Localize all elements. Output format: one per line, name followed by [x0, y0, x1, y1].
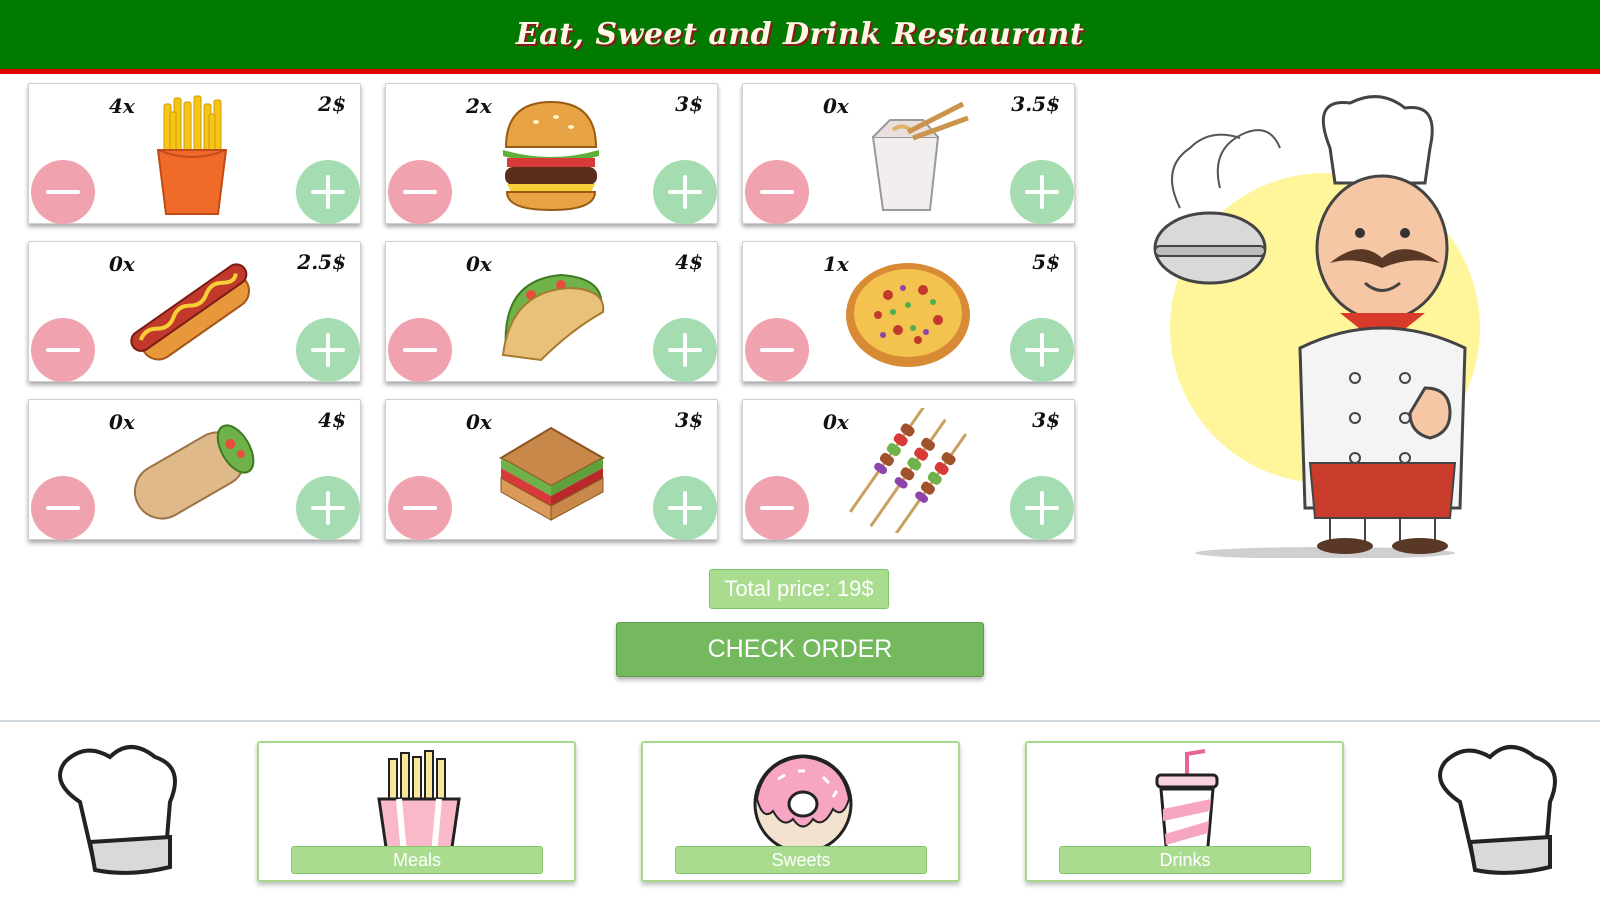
fries-icon [377, 750, 461, 856]
item-price: 2.5$ [297, 250, 346, 274]
increase-button[interactable] [653, 476, 717, 540]
increase-button[interactable] [296, 160, 360, 224]
menu-grid: 4x 2$ 2x 3$ 0x 3.5$ 0x 2.5$ 0x 4$ 1x 5$ … [28, 83, 1094, 553]
item-price: 5$ [1032, 250, 1060, 274]
menu-item-noodles: 0x 3.5$ [742, 83, 1075, 224]
decrease-button[interactable] [388, 160, 452, 224]
pizza-icon [846, 263, 970, 367]
item-price: 3$ [1032, 408, 1060, 432]
decrease-button[interactable] [31, 318, 95, 382]
decrease-button[interactable] [745, 318, 809, 382]
increase-button[interactable] [653, 160, 717, 224]
header-bar: Eat, Sweet and Drink Restaurant [0, 0, 1600, 74]
menu-item-hotdog: 0x 2.5$ [28, 241, 361, 382]
menu-item-taco: 0x 4$ [385, 241, 718, 382]
fries-icon [156, 95, 228, 215]
noodle-box-icon [871, 101, 969, 211]
increase-button[interactable] [1010, 476, 1074, 540]
increase-button[interactable] [296, 318, 360, 382]
decrease-button[interactable] [388, 476, 452, 540]
item-price: 4$ [675, 250, 703, 274]
taco-icon [501, 273, 605, 362]
category-label: Sweets [675, 846, 927, 874]
increase-button[interactable] [653, 318, 717, 382]
item-price: 3.5$ [1011, 92, 1060, 116]
category-sweets-button[interactable]: Sweets [641, 741, 960, 882]
increase-button[interactable] [1010, 160, 1074, 224]
drink-icon [1155, 749, 1219, 859]
item-price: 3$ [675, 92, 703, 116]
menu-item-burrito: 0x 4$ [28, 399, 361, 540]
chef-hat-icon [1438, 745, 1557, 875]
item-price: 3$ [675, 408, 703, 432]
decrease-button[interactable] [745, 476, 809, 540]
page-title: Eat, Sweet and Drink Restaurant [515, 17, 1085, 52]
menu-item-kebab: 0x 3$ [742, 399, 1075, 540]
kebab-icon [849, 408, 967, 533]
category-meals-button[interactable]: Meals [257, 741, 576, 882]
sandwich-icon [499, 426, 606, 521]
decrease-button[interactable] [31, 476, 95, 540]
menu-item-burger: 2x 3$ [385, 83, 718, 224]
check-order-button[interactable]: CHECK ORDER [616, 622, 984, 677]
increase-button[interactable] [296, 476, 360, 540]
item-price: 4$ [318, 408, 346, 432]
menu-item-sandwich: 0x 3$ [385, 399, 718, 540]
burger-icon [503, 100, 599, 212]
increase-button[interactable] [1010, 318, 1074, 382]
hotdog-icon [130, 263, 251, 361]
decrease-button[interactable] [745, 160, 809, 224]
donut-icon [753, 754, 853, 854]
category-label: Meals [291, 846, 543, 874]
menu-item-pizza: 1x 5$ [742, 241, 1075, 382]
decrease-button[interactable] [388, 318, 452, 382]
chef-hat-icon [58, 745, 177, 875]
divider [0, 720, 1600, 722]
decrease-button[interactable] [31, 160, 95, 224]
menu-item-fries: 4x 2$ [28, 83, 361, 224]
category-drinks-button[interactable]: Drinks [1025, 741, 1344, 882]
chef-illustration [1153, 95, 1480, 558]
total-price: Total price: 19$ [709, 569, 889, 609]
category-label: Drinks [1059, 846, 1311, 874]
item-price: 2$ [318, 92, 346, 116]
burrito-icon [133, 424, 255, 520]
